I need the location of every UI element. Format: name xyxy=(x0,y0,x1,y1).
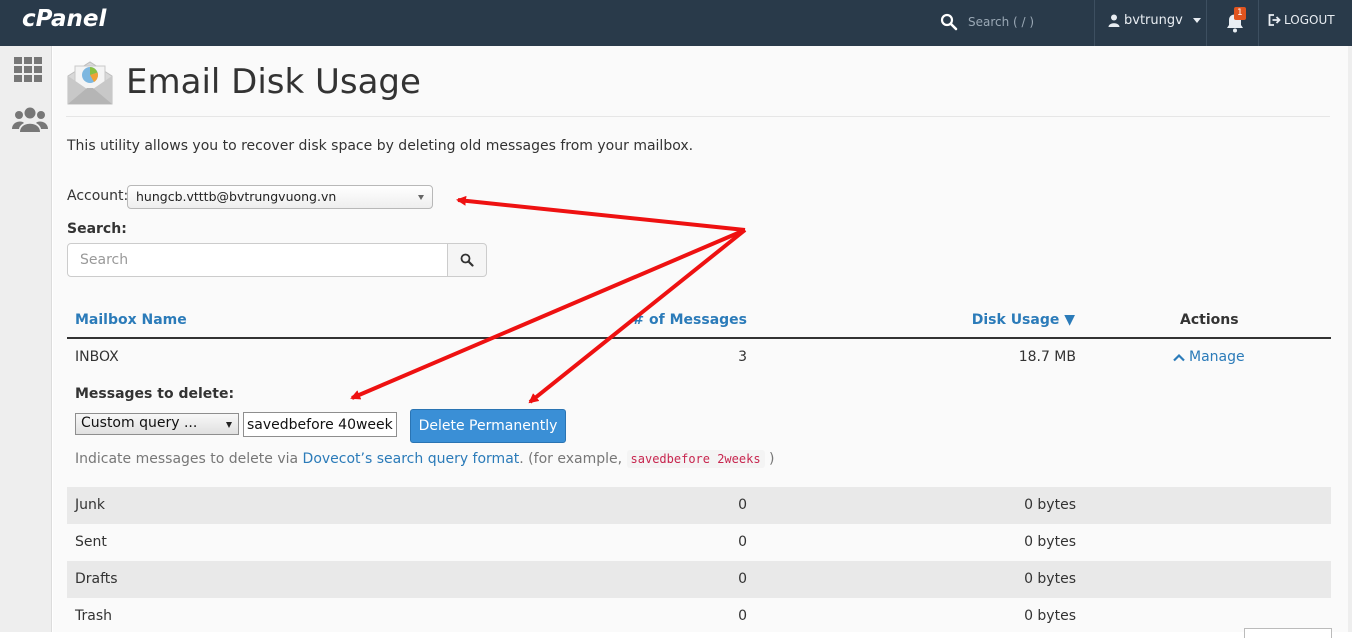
user-icon xyxy=(1108,14,1120,27)
chevron-up-icon xyxy=(1173,353,1185,361)
main-content: Email Disk Usage This utility allows you… xyxy=(53,46,1348,632)
right-edge-strip xyxy=(1348,46,1352,632)
table-row-inbox: INBOX 3 18.7 MB Manage xyxy=(67,339,1331,376)
navbar-divider xyxy=(1094,0,1095,46)
custom-query-input[interactable] xyxy=(243,412,397,437)
search-label: Search: xyxy=(67,221,127,237)
sort-disk-usage[interactable]: Disk Usage ▼ xyxy=(972,312,1075,328)
dropdown-arrow-icon xyxy=(226,422,232,428)
grid-apps-icon[interactable] xyxy=(12,56,44,84)
message-count: 0 xyxy=(738,497,747,513)
table-row: Junk 0 0 bytes xyxy=(67,487,1331,524)
cpanel-logo[interactable]: cPanel xyxy=(22,6,106,32)
mailbox-name: INBOX xyxy=(75,349,119,365)
mailbox-name: Junk xyxy=(75,497,105,513)
mailbox-name: Trash xyxy=(75,608,112,624)
chevron-down-icon xyxy=(1192,18,1201,23)
sort-mailbox-name[interactable]: Mailbox Name xyxy=(75,312,187,328)
account-select-value: hungcb.vtttb@bvtrungvuong.vn xyxy=(136,189,337,204)
disk-usage: 0 bytes xyxy=(1024,497,1076,513)
disk-usage: 0 bytes xyxy=(1024,608,1076,624)
logout-button[interactable]: LOGOUT xyxy=(1268,13,1335,27)
hint-middle: . (for example, xyxy=(519,451,627,467)
table-row: Sent 0 0 bytes xyxy=(67,524,1331,561)
manage-label: Manage xyxy=(1189,349,1245,365)
username: bvtrungv xyxy=(1124,13,1183,28)
user-menu[interactable]: bvtrungv xyxy=(1108,13,1201,28)
navbar-divider xyxy=(1258,0,1259,46)
left-sidebar xyxy=(0,46,52,632)
partial-button-edge xyxy=(1244,628,1332,638)
mailbox-name: Drafts xyxy=(75,571,118,587)
global-search[interactable] xyxy=(940,10,1090,34)
title-divider xyxy=(66,116,1330,117)
query-hint: Indicate messages to delete via Dovecot’… xyxy=(75,450,775,468)
delete-permanently-button[interactable]: Delete Permanently xyxy=(410,409,566,443)
account-label: Account: xyxy=(67,188,129,204)
dropdown-arrow-icon xyxy=(418,195,424,200)
query-type-select[interactable]: Custom query ... xyxy=(75,413,239,435)
disk-usage: 0 bytes xyxy=(1024,534,1076,550)
disk-usage: 0 bytes xyxy=(1024,571,1076,587)
search-icon xyxy=(940,13,958,31)
account-select[interactable]: hungcb.vtttb@bvtrungvuong.vn xyxy=(127,185,433,209)
message-count: 0 xyxy=(738,608,747,624)
message-count: 0 xyxy=(738,571,747,587)
logout-icon xyxy=(1268,14,1281,26)
sort-message-count[interactable]: # of Messages xyxy=(632,312,747,328)
table-row: Trash 0 0 bytes xyxy=(67,598,1331,635)
message-count: 3 xyxy=(738,349,747,365)
global-search-input[interactable] xyxy=(966,14,1076,30)
search-icon xyxy=(460,253,474,267)
navbar-divider xyxy=(1206,0,1207,46)
page-header: Email Disk Usage xyxy=(66,58,421,106)
hint-example-code: savedbefore 2weeks xyxy=(626,450,765,468)
table-row: Drafts 0 0 bytes xyxy=(67,561,1331,598)
mailbox-search-input[interactable] xyxy=(67,243,448,277)
notification-badge: 1 xyxy=(1234,7,1246,20)
intro-text: This utility allows you to recover disk … xyxy=(67,138,694,154)
dovecot-query-link[interactable]: Dovecot’s search query format xyxy=(303,451,520,467)
query-type-value: Custom query ... xyxy=(81,415,198,431)
actions-header: Actions xyxy=(1180,312,1239,328)
hint-prefix: Indicate messages to delete via xyxy=(75,451,303,467)
logout-label: LOGOUT xyxy=(1284,13,1335,27)
page-title: Email Disk Usage xyxy=(126,62,421,102)
top-navbar: cPanel bvtrungv 1 LOGOUT xyxy=(0,0,1352,46)
search-button[interactable] xyxy=(447,243,487,277)
users-group-icon[interactable] xyxy=(12,106,48,134)
manage-toggle-button[interactable]: Manage xyxy=(1173,349,1245,365)
disk-usage: 18.7 MB xyxy=(1018,349,1076,365)
manage-panel: Messages to delete: Custom query ... Del… xyxy=(67,376,1331,487)
messages-to-delete-label: Messages to delete: xyxy=(75,386,235,402)
mailbox-table-header: Mailbox Name # of Messages Disk Usage ▼ … xyxy=(67,308,1331,339)
mailbox-name: Sent xyxy=(75,534,107,550)
email-disk-usage-icon xyxy=(67,61,113,105)
message-count: 0 xyxy=(738,534,747,550)
hint-suffix: ) xyxy=(764,451,775,467)
